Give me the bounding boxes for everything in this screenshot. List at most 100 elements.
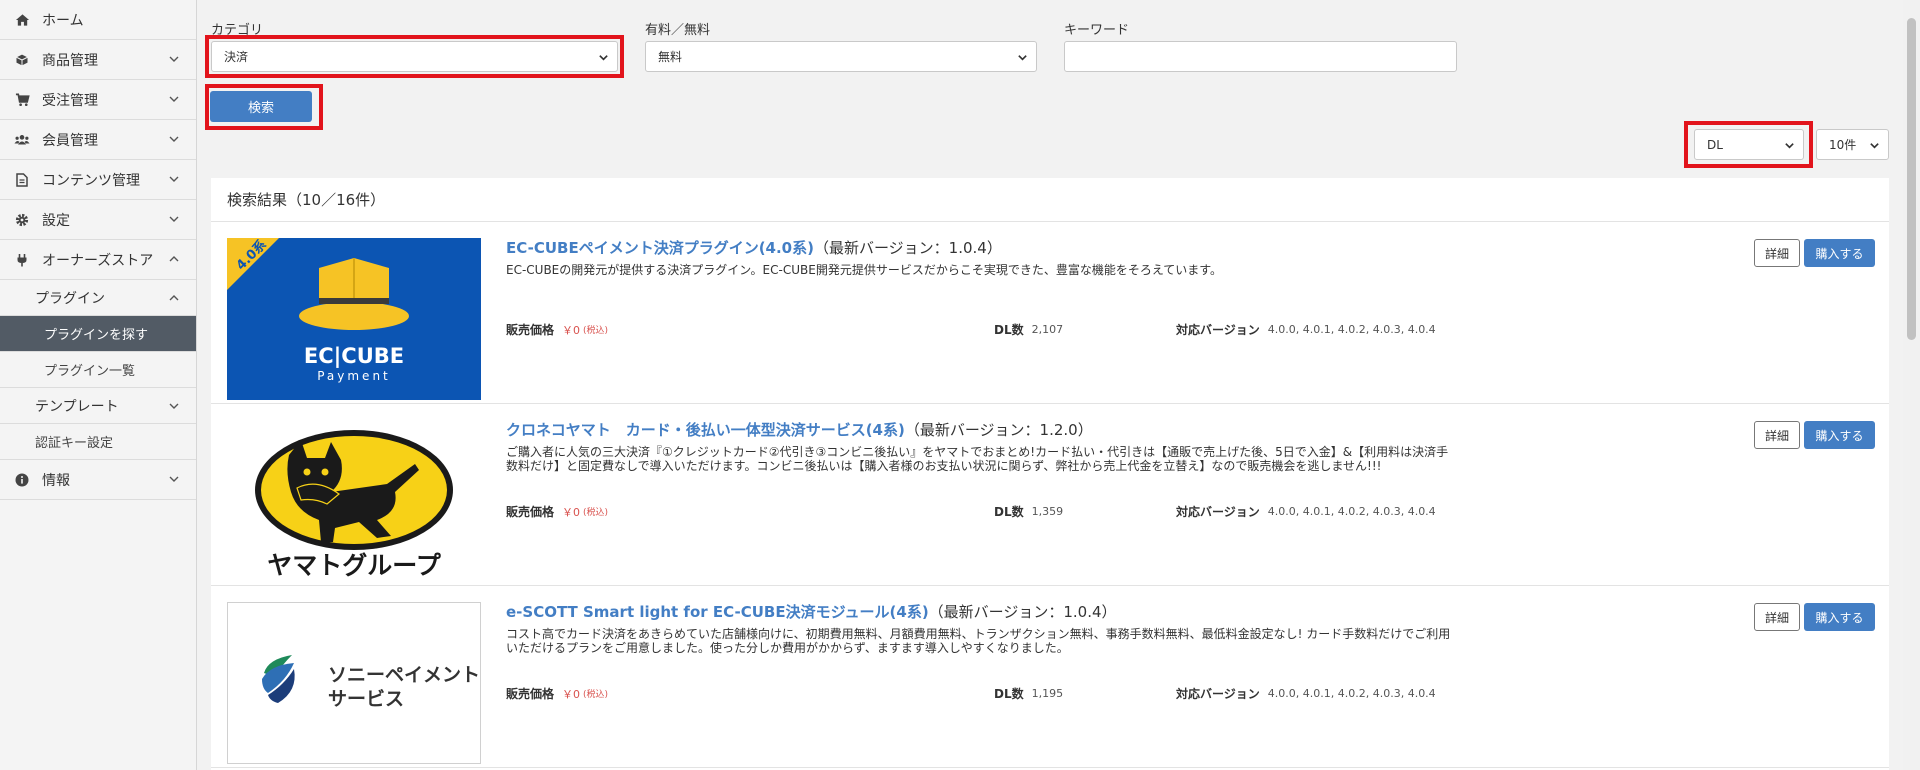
nav-orders-label: 受注管理 [42, 92, 98, 109]
sony-payment-logo: ソニーペイメント サービス [262, 655, 480, 710]
plugin-row: ソニーペイメント サービス e-SCOTT Smart light for EC… [211, 586, 1889, 768]
sort-select[interactable]: DL [1694, 129, 1804, 160]
price-value: ￥0 [562, 323, 581, 337]
results-panel: 検索結果（10／16件） 4.0系 EC|CUBE Payment EC-CUB… [211, 178, 1889, 770]
plugin-description: ご購入者に人気の三大決済『①クレジットカード②代引き③コンビニ後払い』をヤマトで… [506, 445, 1449, 473]
category-select-value: 決済 [224, 50, 249, 64]
detail-button[interactable]: 詳細 [1754, 603, 1800, 631]
per-page-select-value: 10件 [1829, 138, 1857, 152]
versions-value: 4.0.0, 4.0.1, 4.0.2, 4.0.3, 4.0.4 [1267, 687, 1436, 700]
chevron-up-icon [169, 295, 179, 301]
keyword-label: キーワード [1064, 23, 1130, 38]
nav-templates[interactable]: テンプレート [0, 388, 196, 424]
logo-line2: サービス [328, 688, 404, 710]
detail-button[interactable]: 詳細 [1754, 239, 1800, 267]
price-type-select[interactable]: 無料 [645, 41, 1037, 72]
nav-plugin-list[interactable]: プラグイン一覧 [0, 352, 196, 388]
plugin-title: EC-CUBEペイメント決済プラグイン(4.0系)（最新バージョン：1.0.4） [506, 237, 1002, 258]
nav-home[interactable]: ホーム [0, 0, 196, 40]
chevron-down-icon [169, 476, 179, 482]
nav-plugins-label: プラグイン [35, 290, 105, 307]
dl-value: 1,359 [1031, 505, 1064, 518]
chevron-down-icon [169, 403, 179, 409]
nav-find-plugins[interactable]: プラグインを探す [0, 316, 196, 352]
nav-plugin-list-label: プラグイン一覧 [44, 364, 136, 379]
chevron-down-icon [1018, 55, 1027, 61]
per-page-select[interactable]: 10件 [1816, 129, 1889, 160]
chevron-down-icon [169, 176, 179, 182]
plugin-dl-count: DL数 1,359 [994, 503, 1063, 520]
buy-button[interactable]: 購入する [1804, 603, 1875, 631]
category-select[interactable]: 決済 [211, 41, 618, 72]
price-label: 販売価格 [506, 687, 555, 701]
scrollbar-thumb[interactable] [1907, 18, 1916, 340]
plug-icon [14, 253, 30, 267]
plugin-row: ヤマトグループ クロネコヤマト カード・後払い一体型決済サービス(4系)（最新バ… [211, 404, 1889, 586]
dl-label: DL数 [994, 687, 1024, 701]
logo-caption: ヤマトグループ [267, 551, 442, 580]
gear-icon [14, 213, 30, 227]
sort-select-value: DL [1707, 137, 1723, 152]
nav-home-label: ホーム [42, 12, 84, 29]
chevron-down-icon [1785, 143, 1794, 149]
logo-line1: ソニーペイメント [328, 664, 480, 686]
plugin-row: 4.0系 EC|CUBE Payment EC-CUBEペイメント決済プラグイン… [211, 222, 1889, 404]
chevron-down-icon [169, 56, 179, 62]
buy-button[interactable]: 購入する [1804, 239, 1875, 267]
dl-value: 1,195 [1031, 687, 1064, 700]
page-scrollbar[interactable] [1903, 0, 1920, 770]
nav-members-label: 会員管理 [42, 132, 98, 149]
nav-members[interactable]: 会員管理 [0, 120, 196, 160]
price-label: 販売価格 [506, 505, 555, 519]
buy-button[interactable]: 購入する [1804, 421, 1875, 449]
nav-orders[interactable]: 受注管理 [0, 80, 196, 120]
version-label: 対応バージョン [1176, 687, 1260, 701]
search-button[interactable]: 検索 [210, 91, 312, 122]
plugin-latest-version: （最新バージョン：1.0.4） [813, 239, 1002, 257]
chevron-down-icon [169, 216, 179, 222]
nav-contents-label: コンテンツ管理 [42, 172, 140, 189]
plugin-thumbnail[interactable]: 4.0系 EC|CUBE Payment [227, 238, 481, 400]
versions-value: 4.0.0, 4.0.1, 4.0.2, 4.0.3, 4.0.4 [1267, 323, 1436, 336]
yamato-logo: ヤマトグループ [255, 430, 453, 580]
price-value: ￥0 [562, 687, 581, 701]
nav-plugins[interactable]: プラグイン [0, 280, 196, 316]
detail-button[interactable]: 詳細 [1754, 421, 1800, 449]
plugin-thumbnail[interactable]: ヤマトグループ [227, 420, 481, 582]
nav-templates-label: テンプレート [35, 398, 119, 415]
nav-products-label: 商品管理 [42, 52, 98, 69]
plugin-latest-version: （最新バージョン：1.2.0） [904, 421, 1093, 439]
users-icon [14, 133, 30, 147]
plugin-description: コスト高でカード決済をあきらめていた店舗様向けに、初期費用無料、月額費用無料、ト… [506, 627, 1451, 655]
plugin-thumbnail[interactable]: ソニーペイメント サービス [227, 602, 481, 764]
nav-owners-store[interactable]: オーナーズストア [0, 240, 196, 280]
chevron-up-icon [169, 256, 179, 262]
nav-products[interactable]: 商品管理 [0, 40, 196, 80]
tax-label: (税込) [583, 690, 609, 700]
ec-cube-payment-logo: 4.0系 EC|CUBE Payment [227, 238, 409, 383]
nav-contents[interactable]: コンテンツ管理 [0, 160, 196, 200]
logo-subtext: Payment [317, 369, 391, 383]
dl-label: DL数 [994, 505, 1024, 519]
plugin-latest-version: （最新バージョン：1.0.4） [928, 603, 1117, 621]
price-label: 販売価格 [506, 323, 555, 337]
plugin-name-link[interactable]: EC-CUBEペイメント決済プラグイン(4.0系) [506, 239, 814, 257]
home-icon [14, 13, 30, 27]
plugin-title: e-SCOTT Smart light for EC-CUBE決済モジュール(4… [506, 601, 1117, 622]
plugin-supported-versions: 対応バージョン 4.0.0, 4.0.1, 4.0.2, 4.0.3, 4.0.4 [1176, 503, 1436, 520]
keyword-input[interactable] [1064, 41, 1457, 72]
nav-info[interactable]: 情報 [0, 460, 196, 500]
nav-settings-label: 設定 [42, 212, 70, 229]
plugin-name-link[interactable]: クロネコヤマト カード・後払い一体型決済サービス(4系) [506, 421, 905, 439]
nav-auth-key[interactable]: 認証キー設定 [0, 424, 196, 460]
nav-settings[interactable]: 設定 [0, 200, 196, 240]
price-type-select-value: 無料 [658, 50, 683, 64]
plugin-name-link[interactable]: e-SCOTT Smart light for EC-CUBE決済モジュール(4… [506, 603, 929, 621]
plugin-dl-count: DL数 1,195 [994, 685, 1063, 702]
chevron-down-icon [599, 55, 608, 61]
versions-value: 4.0.0, 4.0.1, 4.0.2, 4.0.3, 4.0.4 [1267, 505, 1436, 518]
category-label: カテゴリ [211, 23, 264, 38]
results-header: 検索結果（10／16件） [211, 178, 1889, 222]
plugin-title: クロネコヤマト カード・後払い一体型決済サービス(4系)（最新バージョン：1.2… [506, 419, 1093, 440]
plugin-price: 販売価格 ￥0 (税込) [506, 685, 608, 702]
